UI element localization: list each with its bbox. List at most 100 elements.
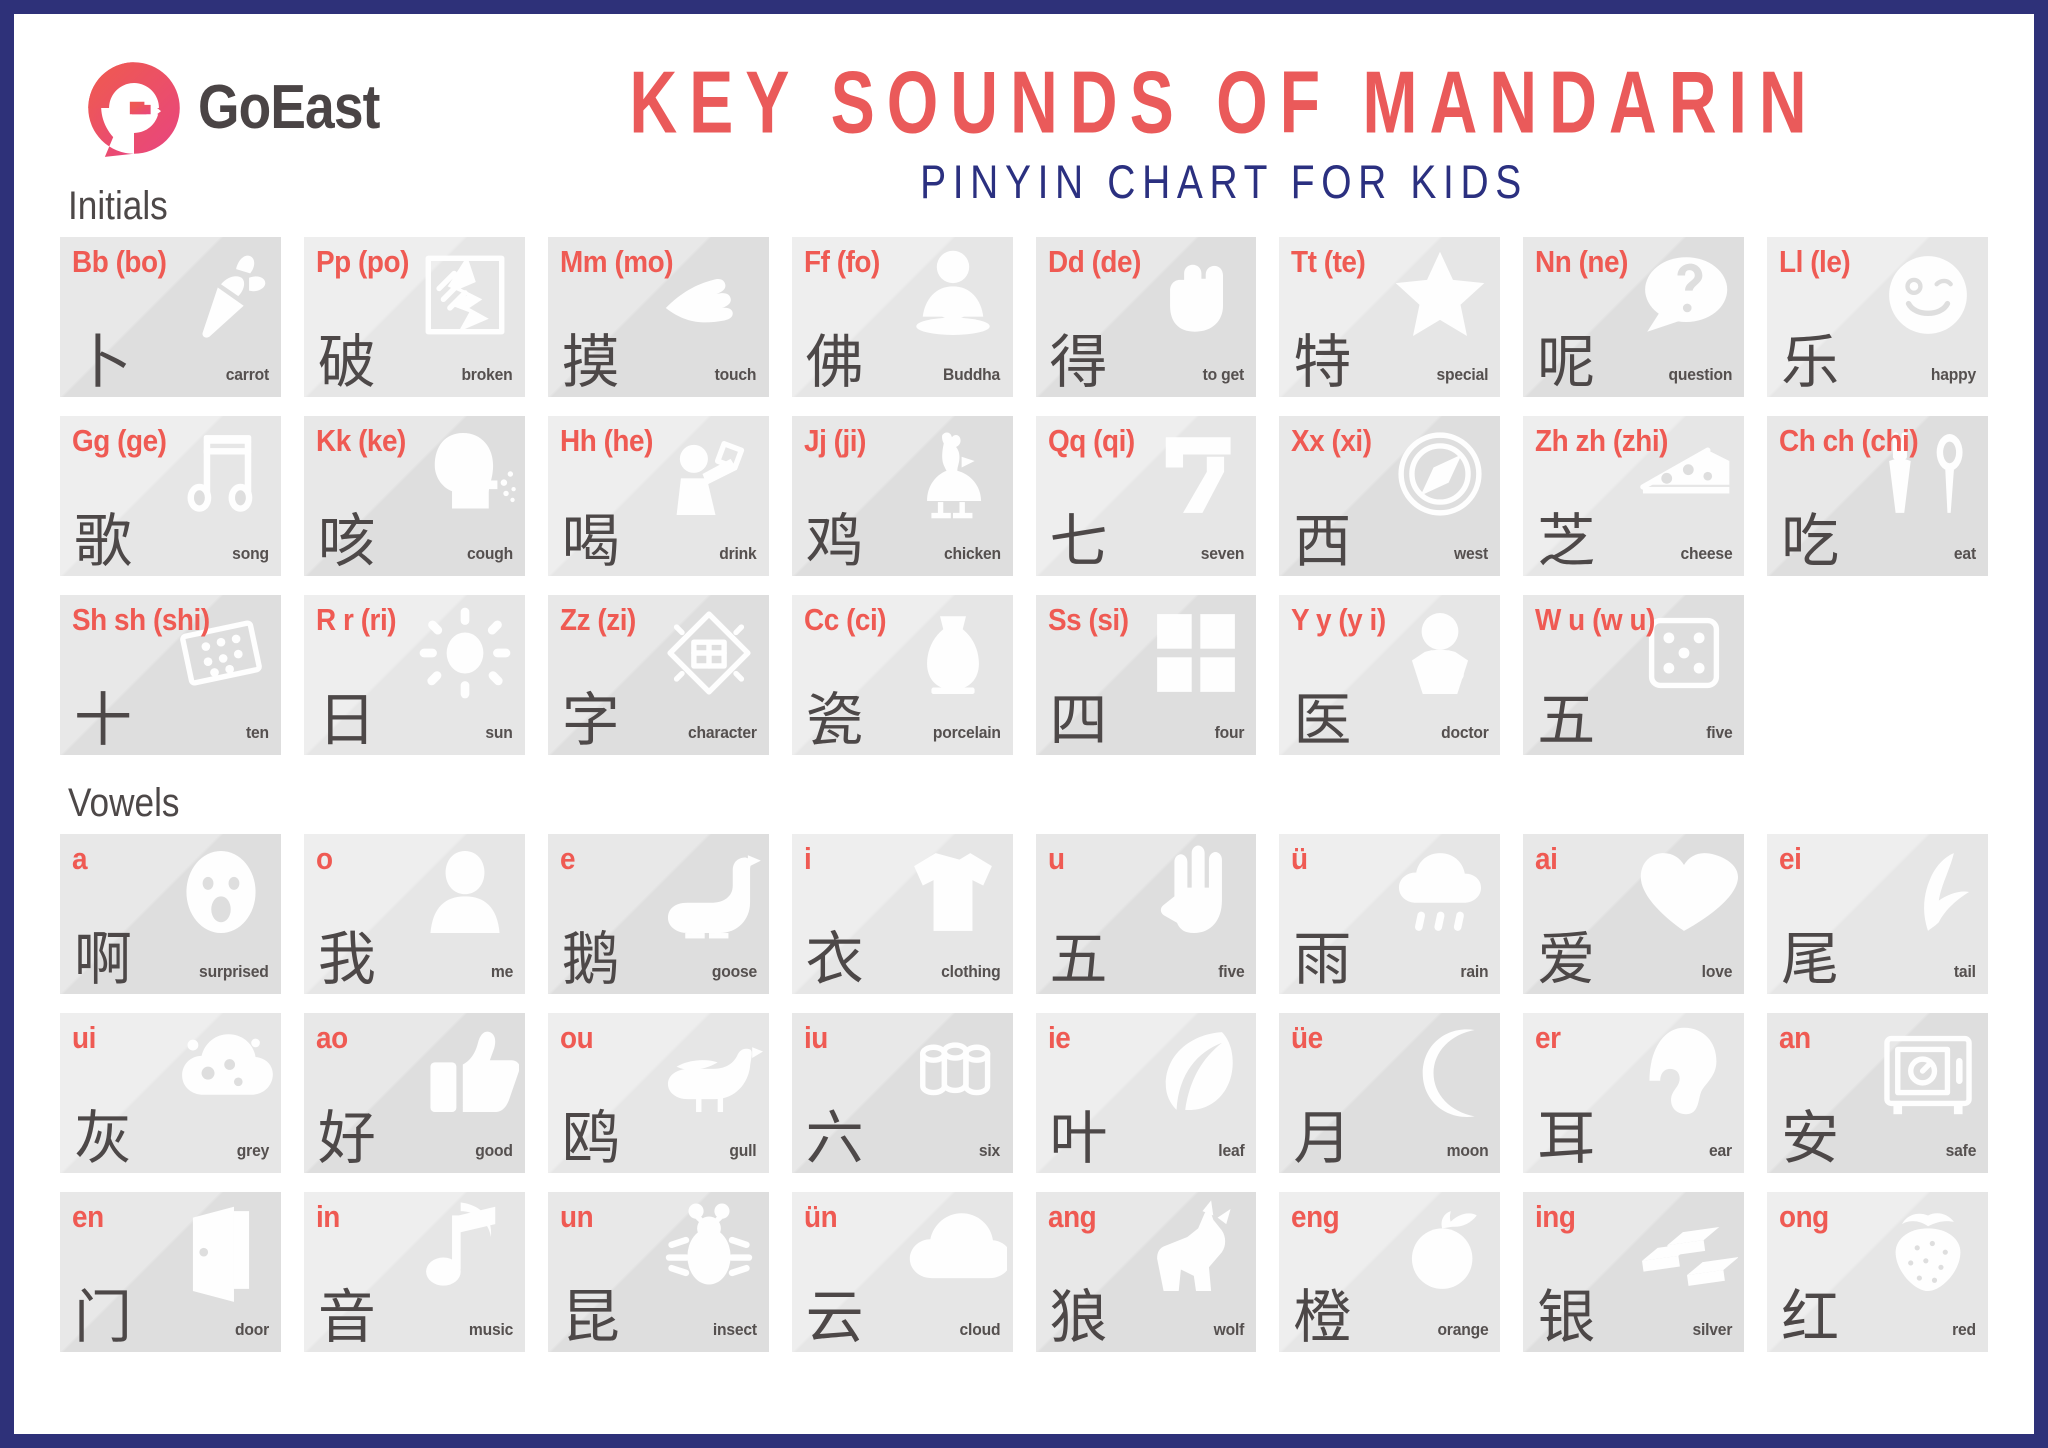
pinyin-card[interactable]: Ll (le) 乐 happy — [1767, 237, 1988, 397]
buddha-icon — [899, 241, 1007, 349]
card-meaning-label: silver — [1692, 1320, 1733, 1339]
card-pinyin-label: ao — [315, 1020, 348, 1055]
pinyin-card[interactable]: W u (w u) 五 five — [1523, 595, 1745, 755]
card-pinyin-label: i — [803, 841, 812, 876]
card-meaning-label: door — [234, 1320, 269, 1339]
pinyin-card[interactable]: ou 鸥 gull — [547, 1013, 769, 1173]
card-pinyin-label: en — [72, 1199, 104, 1234]
pinyin-card[interactable]: er 耳 ear — [1523, 1013, 1745, 1173]
card-meaning-label: clothing — [941, 962, 1001, 981]
pinyin-card[interactable]: Ss (si) 四 four — [1035, 595, 1257, 755]
ash-cloud-icon — [167, 1017, 275, 1125]
card-meaning-label: orange — [1437, 1320, 1489, 1339]
card-hanzi-character: 狼 — [1049, 1283, 1108, 1351]
pinyin-card[interactable]: o 我 me — [303, 834, 525, 994]
card-meaning-label: leaf — [1218, 1141, 1245, 1160]
card-pinyin-label: ie — [1047, 1020, 1071, 1055]
pinyin-card[interactable]: ang 狼 wolf — [1035, 1192, 1257, 1352]
pinyin-card[interactable]: Jj (ji) 鸡 chicken — [791, 416, 1013, 576]
pinyin-card[interactable]: i 衣 clothing — [791, 834, 1013, 994]
pinyin-card[interactable]: R r (ri) 日 sun — [303, 595, 525, 755]
pinyin-card[interactable]: in 音 music — [303, 1192, 525, 1352]
pinyin-card[interactable]: Y y (y i) 医 doctor — [1279, 595, 1501, 755]
card-pinyin-label: eng — [1291, 1199, 1340, 1234]
pinyin-card[interactable]: Hh (he) 喝 drink — [547, 416, 769, 576]
howling-wolf-icon — [1142, 1196, 1250, 1304]
broken-glass-icon — [411, 241, 519, 349]
pinyin-card[interactable]: ui 灰 grey — [60, 1013, 281, 1173]
card-meaning-label: porcelain — [932, 723, 1001, 742]
pinyin-card[interactable]: Tt (te) 特 special — [1279, 237, 1501, 397]
card-meaning-label: love — [1701, 962, 1733, 981]
card-hanzi-character: 门 — [74, 1283, 133, 1351]
card-hanzi-character: 橙 — [1293, 1283, 1352, 1351]
card-meaning-label: cough — [466, 544, 513, 563]
tshirt-icon — [899, 838, 1007, 946]
card-hanzi-character: 呢 — [1537, 328, 1596, 396]
card-hanzi-character: 雨 — [1293, 925, 1352, 993]
card-meaning-label: cloud — [959, 1320, 1001, 1339]
pinyin-card[interactable]: Bb (bo) 卜 carrot — [60, 237, 281, 397]
card-hanzi-character: 爱 — [1537, 925, 1596, 993]
pinyin-card[interactable]: ong 红 red — [1767, 1192, 1988, 1352]
card-hanzi-character: 吃 — [1781, 507, 1840, 575]
pinyin-card[interactable]: üe 月 moon — [1279, 1013, 1501, 1173]
strawberry-icon — [1874, 1196, 1982, 1304]
pinyin-card[interactable]: Pp (po) 破 broken — [303, 237, 525, 397]
pinyin-card[interactable]: Zh zh (zhi) 芝 cheese — [1523, 416, 1745, 576]
pinyin-card[interactable]: Cc (ci) 瓷 porcelain — [791, 595, 1013, 755]
card-meaning-label: five — [1218, 962, 1245, 981]
card-meaning-label: happy — [1930, 365, 1976, 384]
pinyin-card[interactable]: ao 好 good — [303, 1013, 525, 1173]
pinyin-card[interactable]: Ch ch (chi) 吃 eat — [1767, 416, 1988, 576]
card-hanzi-character: 鸥 — [561, 1104, 620, 1172]
card-pinyin-label: W u (w u) — [1535, 602, 1656, 637]
question-bubble-icon — [1630, 241, 1738, 349]
card-meaning-label: west — [1454, 544, 1489, 563]
pinyin-card[interactable]: Xx (xi) 西 west — [1279, 416, 1501, 576]
pinyin-card[interactable]: Zz (zi) 字 character — [547, 595, 769, 755]
card-hanzi-character: 日 — [317, 686, 376, 754]
card-hanzi-character: 医 — [1293, 686, 1352, 754]
seagull-icon — [655, 1017, 763, 1125]
music-note-icon — [411, 1196, 519, 1304]
pinyin-card[interactable]: Qq (qi) 七 seven — [1035, 416, 1257, 576]
pinyin-card[interactable]: an 安 safe — [1767, 1013, 1988, 1173]
card-pinyin-label: o — [315, 841, 333, 876]
pinyin-card[interactable]: ie 叶 leaf — [1035, 1013, 1257, 1173]
pinyin-card[interactable]: Kk (ke) 咳 cough — [303, 416, 525, 576]
pinyin-card[interactable]: ün 云 cloud — [791, 1192, 1013, 1352]
pinyin-card[interactable]: en 门 door — [60, 1192, 281, 1352]
ear-icon — [1630, 1017, 1738, 1125]
card-hanzi-character: 红 — [1781, 1283, 1840, 1351]
pinyin-card[interactable]: ing 银 silver — [1523, 1192, 1745, 1352]
pinyin-card[interactable]: ü 雨 rain — [1279, 834, 1501, 994]
card-hanzi-character: 得 — [1049, 328, 1108, 396]
pinyin-card[interactable]: u 五 five — [1035, 834, 1257, 994]
card-pinyin-label: Zz (zi) — [559, 602, 636, 637]
card-pinyin-label: Ff (fo) — [803, 244, 880, 279]
pinyin-card[interactable]: Ff (fo) 佛 Buddha — [791, 237, 1013, 397]
pinyin-card[interactable]: Nn (ne) 呢 question — [1523, 237, 1745, 397]
title-block: KEY SOUNDS OF MANDARIN PINYIN CHART FOR … — [460, 58, 1988, 209]
pinyin-card[interactable]: Dd (de) 得 to get — [1035, 237, 1257, 397]
pinyin-card[interactable]: un 昆 insect — [547, 1192, 769, 1352]
card-meaning-label: rain — [1460, 962, 1489, 981]
pinyin-card[interactable]: a 啊 surprised — [60, 834, 281, 994]
brand-name: GoEast — [198, 73, 380, 142]
card-hanzi-character: 衣 — [805, 925, 864, 993]
pinyin-card[interactable]: Gg (ge) 歌 song — [60, 416, 281, 576]
pinyin-card[interactable]: Mm (mo) 摸 touch — [547, 237, 769, 397]
pinyin-card[interactable]: ei 尾 tail — [1767, 834, 1988, 994]
pinyin-card[interactable]: eng 橙 orange — [1279, 1192, 1501, 1352]
pinyin-card[interactable]: ai 爱 love — [1523, 834, 1745, 994]
card-meaning-label: doctor — [1440, 723, 1489, 742]
card-meaning-label: grey — [236, 1141, 269, 1160]
pinyin-card[interactable]: Sh sh (shi) 十 ten — [60, 595, 281, 755]
card-pinyin-label: Pp (po) — [315, 244, 409, 279]
pinyin-card[interactable]: iu 六 six — [791, 1013, 1013, 1173]
card-hanzi-character: 四 — [1049, 686, 1108, 754]
pinyin-card[interactable]: e 鹅 goose — [547, 834, 769, 994]
card-meaning-label: goose — [711, 962, 757, 981]
card-hanzi-character: 好 — [317, 1104, 376, 1172]
